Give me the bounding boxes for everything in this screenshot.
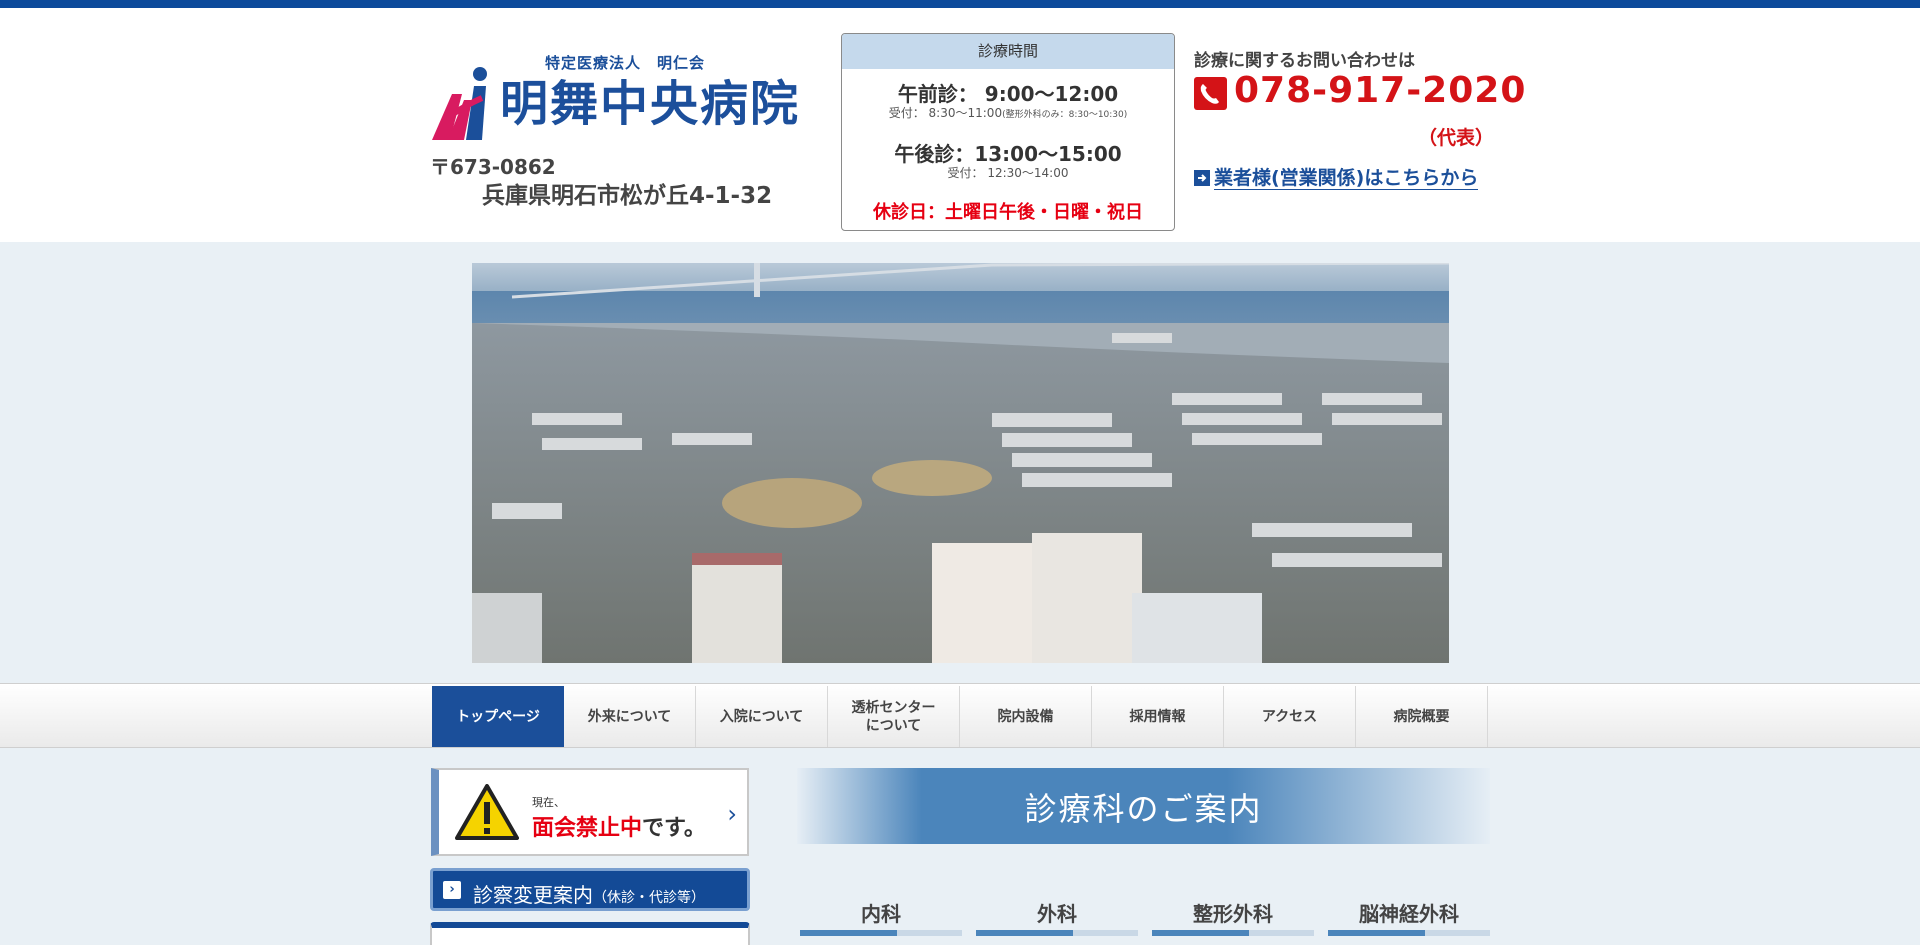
- hours-title: 診療時間: [842, 34, 1174, 69]
- tab-label: 脳神経外科: [1359, 902, 1459, 926]
- hero-aerial-photo: [472, 263, 1449, 663]
- vendor-link-text: 業者様(営業関係)はこちらから: [1214, 167, 1479, 190]
- schedule-change-note: （休診・代診等）: [593, 890, 705, 906]
- phone-number[interactable]: 078-917-2020: [1234, 70, 1526, 111]
- tab-label: 外科: [1037, 902, 1077, 926]
- global-navigation: トップページ 外来について 入院について 透析センター について 院内設備 採用…: [0, 683, 1920, 748]
- chevron-right-icon: ›: [727, 800, 737, 828]
- warning-icon: [455, 784, 519, 840]
- notice-suffix: です。: [642, 816, 706, 841]
- closed-days: 休診日：土曜日午後・日曜・祝日: [873, 202, 1143, 223]
- nav-access[interactable]: アクセス: [1224, 686, 1356, 747]
- morning-reception-note: (整形外科のみ：8:30～10:30): [1002, 110, 1128, 120]
- sidebar-next-button[interactable]: [430, 922, 750, 945]
- arrow-right-icon: [1194, 169, 1210, 186]
- vendor-inquiry-link[interactable]: 業者様(営業関係)はこちらから: [1194, 163, 1479, 190]
- notice-emphasis: 面会禁止中: [532, 816, 643, 841]
- tab-underline: [1328, 930, 1490, 936]
- logo-mark-icon: [432, 67, 487, 140]
- nav-hospital-overview[interactable]: 病院概要: [1356, 686, 1488, 747]
- hospital-name: 明舞中央病院: [500, 76, 801, 132]
- hospital-logo[interactable]: 特定医療法人 明仁会 明舞中央病院: [430, 52, 830, 142]
- visiting-ban-notice[interactable]: 現在、 面会禁止中です。 ›: [431, 768, 749, 856]
- consultation-hours-box: 診療時間 午前診： 9:00～12:00 受付： 8:30～11:00(整形外科…: [841, 33, 1175, 231]
- schedule-change-button[interactable]: › 診察変更案内（休診・代診等）: [430, 868, 750, 911]
- phone-glyph-icon: [1200, 84, 1219, 104]
- contact-label: 診療に関するお問い合わせは: [1194, 51, 1415, 71]
- top-accent-bar: [0, 0, 1920, 8]
- schedule-change-title: 診察変更案内: [473, 883, 593, 907]
- address: 兵庫県明石市松が丘4-1-32: [482, 183, 773, 209]
- phone-icon: [1194, 77, 1227, 110]
- nav-top-page[interactable]: トップページ: [432, 686, 564, 747]
- department-tabs: 内科 外科 整形外科 脳神経外科: [800, 898, 1504, 936]
- tab-neurosurgery[interactable]: 脳神経外科: [1328, 898, 1490, 936]
- nav-outpatient[interactable]: 外来について: [564, 686, 696, 747]
- tab-underline: [976, 930, 1138, 936]
- morning-hours: 午前診： 9:00～12:00: [897, 82, 1119, 106]
- afternoon-reception: 受付： 12:30～14:00: [947, 166, 1069, 180]
- aerial-city-image: [472, 263, 1449, 663]
- corporation-name: 特定医療法人 明仁会: [545, 54, 706, 72]
- departments-title: 診療科のご案内: [1024, 790, 1263, 828]
- tab-orthopedics[interactable]: 整形外科: [1152, 898, 1314, 936]
- notice-prefix: 現在、: [532, 796, 565, 809]
- schedule-change-label: 診察変更案内（休診・代診等）: [473, 879, 705, 908]
- nav-inpatient[interactable]: 入院について: [696, 686, 828, 747]
- nav-facilities[interactable]: 院内設備: [960, 686, 1092, 747]
- tab-label: 整形外科: [1193, 902, 1273, 926]
- nav-dialysis-center[interactable]: 透析センター について: [828, 686, 960, 747]
- morning-reception: 受付： 8:30～11:00(整形外科のみ：8:30～10:30): [842, 104, 1174, 121]
- afternoon-hours: 午後診：13:00～15:00: [894, 142, 1122, 166]
- chevron-right-box-icon: ›: [443, 881, 461, 899]
- notice-message: 面会禁止中です。: [532, 810, 706, 842]
- tab-underline: [1152, 930, 1314, 936]
- tab-internal-medicine[interactable]: 内科: [800, 898, 962, 936]
- tab-surgery[interactable]: 外科: [976, 898, 1138, 936]
- nav-recruitment[interactable]: 採用情報: [1092, 686, 1224, 747]
- tab-label: 内科: [861, 902, 901, 926]
- morning-reception-time: 受付： 8:30～11:00: [888, 106, 1003, 120]
- site-header: 特定医療法人 明仁会 明舞中央病院 〒673-0862 兵庫県明石市松が丘4-1…: [0, 8, 1920, 242]
- phone-representative-label: （代表）: [1418, 127, 1495, 149]
- tab-underline: [800, 930, 962, 936]
- departments-header: 診療科のご案内: [797, 768, 1490, 844]
